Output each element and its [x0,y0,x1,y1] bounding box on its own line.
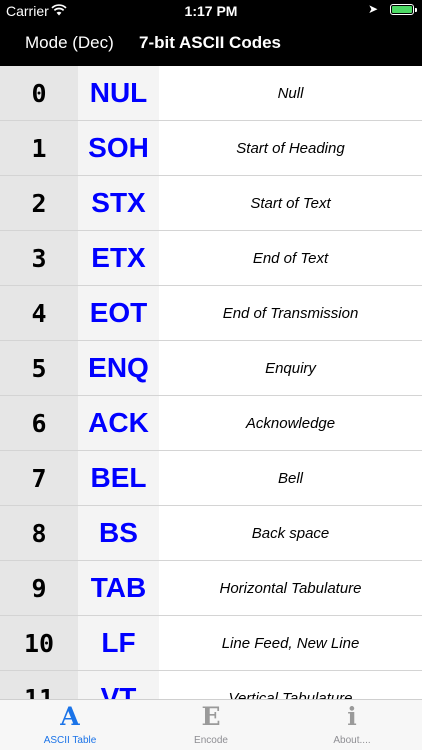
tab-label: Encode [194,735,228,746]
table-row[interactable]: 8 BS Back space [0,506,422,561]
code-cell: ENQ [78,341,159,395]
table-row[interactable]: 7 BEL Bell [0,451,422,506]
battery-icon [390,4,417,15]
code-cell: ETX [78,231,159,285]
page-title: 7-bit ASCII Codes [139,33,281,52]
table-row[interactable]: 6 ACK Acknowledge [0,396,422,451]
table-row[interactable]: 11 VT Vertical Tabulature [0,671,422,699]
code-cell: STX [78,176,159,230]
decimal-cell: 8 [0,506,78,560]
description-cell: Vertical Tabulature [228,689,353,700]
description-cell: End of Transmission [222,304,359,322]
decimal-cell: 6 [0,396,78,450]
decimal-cell: 4 [0,286,78,340]
decimal-cell: 1 [0,121,78,175]
code-cell: ACK [78,396,159,450]
description-cell: Back space [251,524,330,542]
code-cell: LF [78,616,159,670]
table-row[interactable]: 1 SOH Start of Heading [0,121,422,176]
tab-label: ASCII Table [43,735,97,746]
table-row[interactable]: 0 NUL Null [0,66,422,121]
table-row[interactable]: 10 LF Line Feed, New Line [0,616,422,671]
navigation-bar: Mode (Dec) 7-bit ASCII Codes [0,22,422,66]
code-cell: SOH [78,121,159,175]
table-row[interactable]: 3 ETX End of Text [0,231,422,286]
decimal-cell: 2 [0,176,78,230]
description-cell: Horizontal Tabulature [219,579,362,597]
description-cell: Line Feed, New Line [221,634,360,652]
description-cell: Start of Text [250,194,331,212]
table-row[interactable]: 5 ENQ Enquiry [0,341,422,396]
code-cell: TAB [78,561,159,615]
description-cell: Null [277,84,304,102]
clock: 1:17 PM [184,3,238,19]
tab-encode[interactable]: E Encode [141,700,281,751]
tab-ascii-table[interactable]: A ASCII Table [0,700,140,751]
top-bar: Carrier 1:17 PM ➤ Mode (Dec) 7-bit ASCII… [0,0,422,66]
mode-button[interactable]: Mode (Dec) [25,33,114,53]
decimal-cell: 0 [0,66,78,120]
encode-icon: E [201,702,221,731]
ascii-table-icon: A [60,702,80,731]
description-cell: End of Text [252,249,329,267]
decimal-cell: 11 [0,671,78,699]
status-bar: Carrier 1:17 PM ➤ [0,0,422,22]
description-cell: Acknowledge [245,414,336,432]
code-cell: BS [78,506,159,560]
ascii-table[interactable]: 0 NUL Null 1 SOH Start of Heading 2 STX Start … [0,66,422,699]
decimal-cell: 9 [0,561,78,615]
location-arrow-icon: ➤ [367,2,378,16]
tab-bar: A ASCII Table E Encode i About.... [0,699,422,750]
description-cell: Enquiry [265,359,316,377]
info-icon: i [347,702,357,731]
decimal-cell: 5 [0,341,78,395]
description-cell: Start of Heading [236,139,345,157]
decimal-cell: 10 [0,616,78,670]
code-cell: EOT [78,286,159,340]
code-cell: NUL [78,66,159,120]
code-cell: VT [78,671,159,699]
code-cell: BEL [78,451,159,505]
table-row[interactable]: 2 STX Start of Text [0,176,422,231]
tab-about[interactable]: i About.... [282,700,422,751]
decimal-cell: 3 [0,231,78,285]
description-cell: Bell [277,469,303,487]
tab-label: About.... [333,735,371,746]
decimal-cell: 7 [0,451,78,505]
table-row[interactable]: 9 TAB Horizontal Tabulature [0,561,422,616]
table-row[interactable]: 4 EOT End of Transmission [0,286,422,341]
